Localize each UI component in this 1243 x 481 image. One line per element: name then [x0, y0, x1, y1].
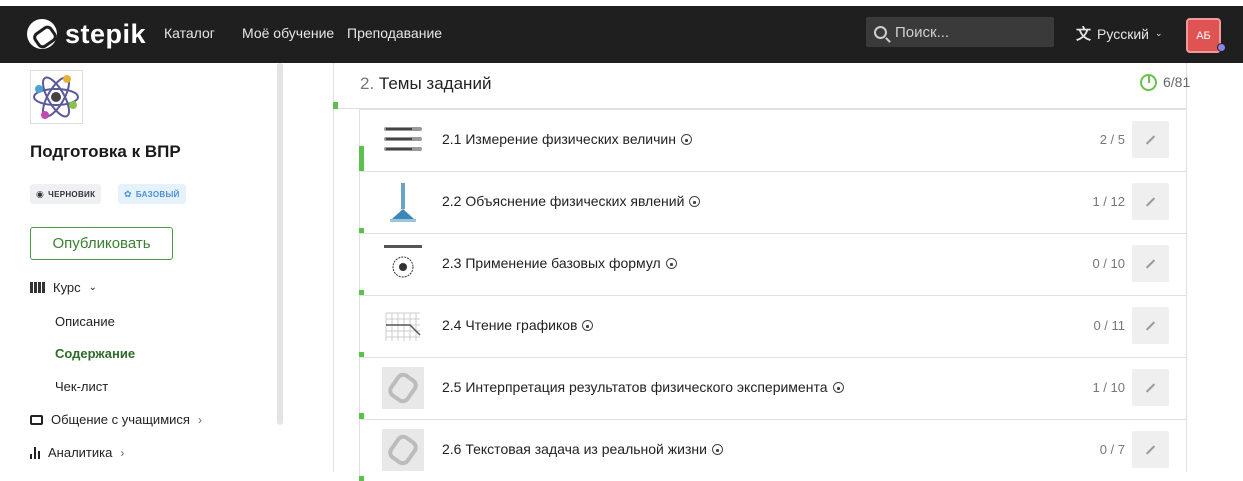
lock-icon — [680, 133, 692, 145]
section-title-text: Темы заданий — [378, 74, 492, 93]
lesson-step-count: 2 / 5 — [1099, 132, 1125, 147]
lesson-title[interactable]: 2.6 Текстовая задача из реальной жизни — [442, 441, 723, 457]
course-cover-image — [30, 70, 83, 124]
chevron-down-icon: ⌄ — [88, 282, 98, 293]
search-input[interactable] — [895, 23, 1045, 41]
avatar[interactable]: АБ — [1186, 18, 1221, 53]
lesson-thumbnail — [382, 429, 424, 471]
search-box[interactable] — [866, 17, 1054, 47]
lesson-title-text: 2.4 Чтение графиков — [442, 317, 578, 333]
section-number: 2. — [360, 74, 375, 93]
translate-icon: 文 — [1076, 26, 1092, 43]
sidebar-scrollbar[interactable] — [277, 63, 283, 425]
language-label: Русский — [1097, 25, 1149, 42]
lesson-title-text: 2.1 Измерение физических величин — [442, 131, 676, 147]
lesson-thumbnail — [382, 243, 424, 285]
analytics-icon — [30, 446, 40, 459]
lock-icon — [832, 381, 844, 393]
lesson-title[interactable]: 2.5 Интерпретация результатов физическог… — [442, 379, 844, 395]
level-badge-label: БАЗОВЫЙ — [135, 189, 180, 199]
diagram-icon — [384, 245, 422, 278]
edit-lesson-button[interactable] — [1132, 307, 1169, 344]
lock-icon — [689, 195, 701, 207]
lock-icon — [582, 319, 594, 331]
lesson-step-count: 0 / 7 — [1099, 442, 1125, 457]
edit-lesson-button[interactable] — [1132, 183, 1169, 220]
chevron-down-icon: ⌄ — [1154, 28, 1163, 38]
lesson-title-text: 2.5 Интерпретация результатов физическог… — [442, 379, 828, 395]
chevron-right-icon: › — [120, 445, 125, 460]
window-top-edge — [0, 0, 1243, 6]
lesson-step-count: 0 / 10 — [1092, 256, 1125, 271]
logo-text: stepik — [65, 19, 147, 49]
lesson-title[interactable]: 2.4 Чтение графиков — [442, 317, 594, 333]
sprout-icon: ✿ — [124, 188, 132, 199]
chat-icon — [30, 414, 43, 425]
lesson-title-text: 2.2 Объяснение физических явлений — [442, 193, 685, 209]
lesson-title[interactable]: 2.1 Измерение физических величин — [442, 131, 692, 147]
lesson-title-text: 2.6 Текстовая задача из реальной жизни — [442, 441, 707, 457]
sidebar-item-analytics-label: Аналитика — [48, 445, 113, 460]
section-progress: 6/81 — [1163, 74, 1191, 90]
lesson-thumbnail — [382, 305, 424, 347]
lock-icon — [711, 443, 723, 455]
lesson-title[interactable]: 2.3 Применение базовых формул — [442, 255, 677, 271]
notification-dot — [1217, 43, 1226, 52]
lesson-title[interactable]: 2.2 Объяснение физических явлений — [442, 193, 701, 209]
sidebar-item-contents[interactable]: Содержание — [55, 346, 135, 361]
chevron-right-icon: › — [197, 412, 202, 427]
lesson-step-count: 1 / 12 — [1092, 194, 1125, 209]
edit-lesson-button[interactable] — [1132, 369, 1169, 406]
lesson-thumbnail — [382, 119, 424, 161]
language-selector[interactable]: 文 Русский ⌄ — [1076, 23, 1163, 44]
lesson-progress-bar — [359, 476, 364, 481]
lesson-thumbnail — [382, 367, 424, 409]
sidebar-item-description[interactable]: Описание — [55, 314, 115, 329]
lesson-step-count: 1 / 10 — [1092, 380, 1125, 395]
sidebar-item-communication[interactable]: Общение с учащимися › — [30, 412, 202, 427]
sidebar-item-communication-label: Общение с учащимися — [51, 412, 190, 427]
stepik-logo[interactable]: stepik — [27, 19, 146, 49]
sidebar-item-course[interactable]: Курс ⌄ — [30, 280, 97, 295]
graph-icon — [385, 312, 421, 341]
lesson-title-text: 2.3 Применение базовых формул — [442, 255, 661, 271]
progress-ring-icon — [1140, 74, 1157, 91]
book-icon — [30, 282, 45, 293]
section-title: 2. Темы заданий — [360, 74, 491, 94]
course-title: Подготовка к ВПР — [30, 142, 181, 161]
publish-button[interactable]: Опубликовать — [30, 227, 173, 260]
draft-badge-label: ЧЕРНОВИК — [48, 189, 96, 199]
rocket-icon — [390, 183, 416, 222]
nav-my-learning[interactable]: Моё обучение — [242, 24, 334, 42]
nav-catalog[interactable]: Каталог — [164, 24, 215, 42]
eye-off-icon: ◉ — [36, 188, 45, 199]
section-progress-mark — [333, 102, 338, 109]
thermometer-icon — [384, 147, 422, 151]
lesson-step-count: 0 / 11 — [1093, 318, 1125, 333]
lesson-progress-bar — [359, 146, 364, 171]
nav-teaching[interactable]: Преподавание — [347, 24, 442, 42]
lock-icon — [665, 257, 677, 269]
stepik-logo-icon — [27, 19, 57, 49]
thermometer-icon — [384, 137, 422, 141]
sidebar-item-analytics[interactable]: Аналитика › — [30, 445, 124, 460]
level-badge: ✿ БАЗОВЫЙ — [118, 184, 186, 204]
edit-lesson-button[interactable] — [1132, 431, 1169, 468]
thermometer-icon — [384, 127, 422, 131]
lesson-thumbnail — [382, 181, 424, 223]
search-icon — [874, 25, 887, 39]
draft-badge: ◉ ЧЕРНОВИК — [30, 184, 102, 204]
sidebar-item-checklist[interactable]: Чек-лист — [55, 379, 108, 394]
edit-lesson-button[interactable] — [1132, 121, 1169, 158]
sidebar-item-course-label: Курс — [53, 280, 81, 295]
edit-lesson-button[interactable] — [1132, 245, 1169, 282]
